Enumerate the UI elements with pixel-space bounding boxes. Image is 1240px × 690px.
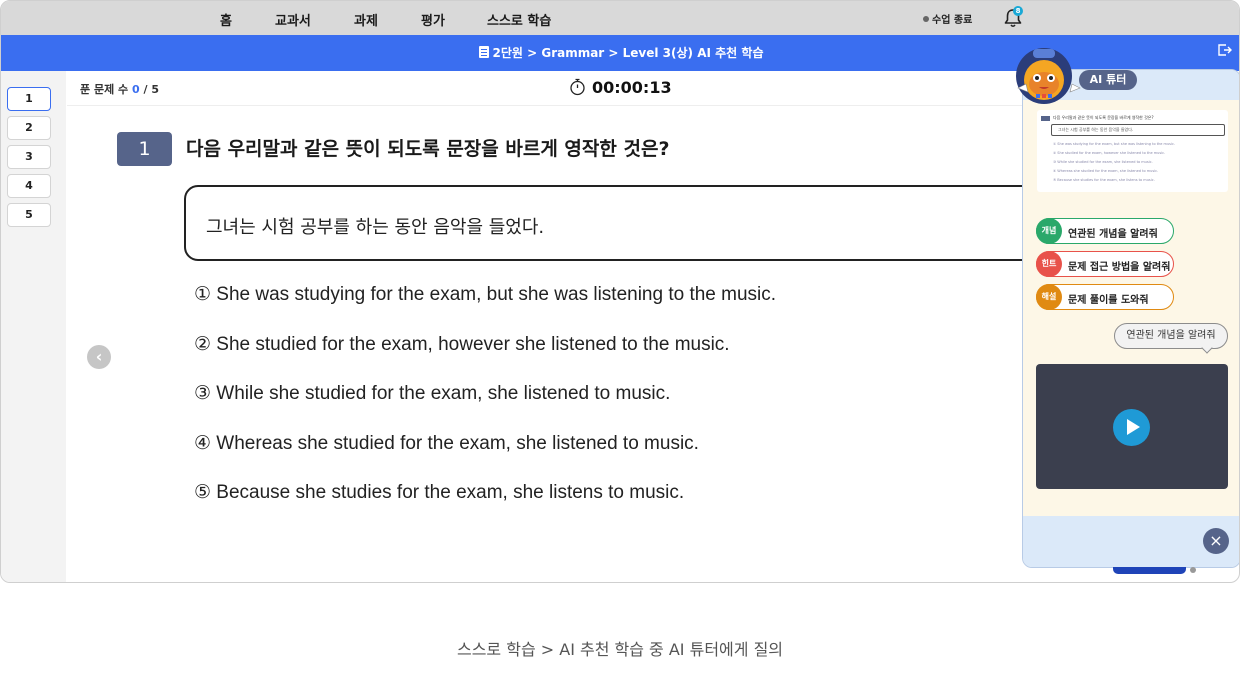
question-nav-4[interactable]: 4 xyxy=(7,174,51,198)
user-message-bubble: 연관된 개념을 알려줘 xyxy=(1114,323,1228,349)
mini-question-badge xyxy=(1041,116,1050,121)
question-nav-5[interactable]: 5 xyxy=(7,203,51,227)
timer-value: 00:00:13 xyxy=(592,78,672,97)
question-number-badge: 1 xyxy=(117,132,172,166)
timer: 00:00:13 xyxy=(569,78,672,97)
nav-evaluation[interactable]: 평가 xyxy=(421,10,445,29)
hidden-action-button[interactable] xyxy=(1113,567,1186,574)
question-nav-3[interactable]: 3 xyxy=(7,145,51,169)
question-text: 다음 우리말과 같은 뜻이 되도록 문장을 바르게 영작한 것은? xyxy=(186,138,670,160)
mini-given-sentence: 그녀는 시험 공부를 하는 동안 음악을 들었다. xyxy=(1051,124,1225,136)
chip-hint-tag: 힌트 xyxy=(1036,251,1062,277)
mini-choice: ④ Whereas she studied for the exam, she … xyxy=(1053,169,1159,173)
choice-5[interactable]: ⑤ Because she studies for the exam, she … xyxy=(194,481,684,504)
question-nav-2[interactable]: 2 xyxy=(7,116,51,140)
chip-explanation-tag: 해설 xyxy=(1036,284,1062,310)
end-class-label: 수업 종료 xyxy=(932,15,973,26)
chip-hint-label: 문제 접근 방법을 알려줘 xyxy=(1068,262,1171,273)
mini-question-title: 다음 우리말과 같은 뜻이 되도록 문장을 바르게 영작한 것은? xyxy=(1053,115,1154,120)
choice-3[interactable]: ③ While she studied for the exam, she li… xyxy=(194,382,670,405)
solved-current: 0 xyxy=(131,83,140,96)
video-player[interactable] xyxy=(1036,364,1228,489)
ai-tutor-mascot-icon xyxy=(1016,48,1081,104)
top-nav: 홈 교과서 과제 평가 스스로 학습 수업 종료 8 xyxy=(1,1,1239,35)
divider xyxy=(67,105,1027,106)
chip-hint[interactable]: 힌트 문제 접근 방법을 알려줘 xyxy=(1036,251,1174,277)
ai-tutor-panel: AI 튜터 다음 우리말과 같은 뜻이 되도록 문장을 바르게 영작한 것은? … xyxy=(1022,69,1239,568)
given-sentence-box: 그녀는 시험 공부를 하는 동안 음악을 들었다. xyxy=(184,185,1064,261)
app-frame: 홈 교과서 과제 평가 스스로 학습 수업 종료 8 2단원 > Grammar… xyxy=(0,0,1240,583)
question-sidebar: 1 2 3 4 5 xyxy=(1,71,66,582)
scroll-dot xyxy=(1190,567,1196,573)
chip-explanation[interactable]: 해설 문제 풀이를 도와줘 xyxy=(1036,284,1174,310)
solved-label: 푼 문제 수 xyxy=(80,83,129,96)
choice-1[interactable]: ① She was studying for the exam, but she… xyxy=(194,283,776,306)
chevron-left-icon: ‹ xyxy=(95,347,103,366)
mini-choice: ② She studied for the exam, however she … xyxy=(1053,151,1166,155)
nav-textbook[interactable]: 교과서 xyxy=(275,10,311,29)
solved-count: 푼 문제 수 0 / 5 xyxy=(80,81,159,97)
close-tutor-button[interactable]: × xyxy=(1203,528,1229,554)
exit-icon[interactable] xyxy=(1217,43,1233,57)
notification-badge: 8 xyxy=(1013,6,1023,16)
mini-choice: ③ While she studied for the exam, she li… xyxy=(1053,160,1153,164)
tutor-question-preview: 다음 우리말과 같은 뜻이 되도록 문장을 바르게 영작한 것은? 그녀는 시험… xyxy=(1037,110,1228,192)
chip-concept[interactable]: 개념 연관된 개념을 알려줘 xyxy=(1036,218,1174,244)
given-sentence: 그녀는 시험 공부를 하는 동안 음악을 들었다. xyxy=(206,217,545,238)
solved-total: / 5 xyxy=(143,83,159,96)
chip-concept-label: 연관된 개념을 알려줘 xyxy=(1068,229,1158,240)
chip-concept-tag: 개념 xyxy=(1036,218,1062,244)
breadcrumb-text: 2단원 > Grammar > Level 3(상) AI 추천 학습 xyxy=(492,46,764,60)
tutor-title: AI 튜터 xyxy=(1079,70,1137,90)
nav-self-study[interactable]: 스스로 학습 xyxy=(487,10,551,29)
end-class-button[interactable]: 수업 종료 xyxy=(923,11,972,26)
play-icon[interactable] xyxy=(1113,409,1150,446)
question-nav-1[interactable]: 1 xyxy=(7,87,51,111)
document-icon xyxy=(478,46,489,58)
choice-2[interactable]: ② She studied for the exam, however she … xyxy=(194,333,730,356)
chip-explanation-label: 문제 풀이를 도와줘 xyxy=(1068,295,1149,306)
stopwatch-icon xyxy=(570,78,585,96)
screenshot-caption: 스스로 학습 > AI 추천 학습 중 AI 튜터에게 질의 xyxy=(456,640,784,659)
choice-4[interactable]: ④ Whereas she studied for the exam, she … xyxy=(194,432,699,455)
mini-choice: ① She was studying for the exam, but she… xyxy=(1053,142,1176,146)
nav-assignment[interactable]: 과제 xyxy=(354,10,378,29)
mini-choice: ⑤ Because she studies for the exam, she … xyxy=(1053,178,1155,182)
prev-question-button[interactable]: ‹ xyxy=(87,345,111,369)
nav-home[interactable]: 홈 xyxy=(220,10,232,29)
status-dot-icon xyxy=(923,16,929,22)
